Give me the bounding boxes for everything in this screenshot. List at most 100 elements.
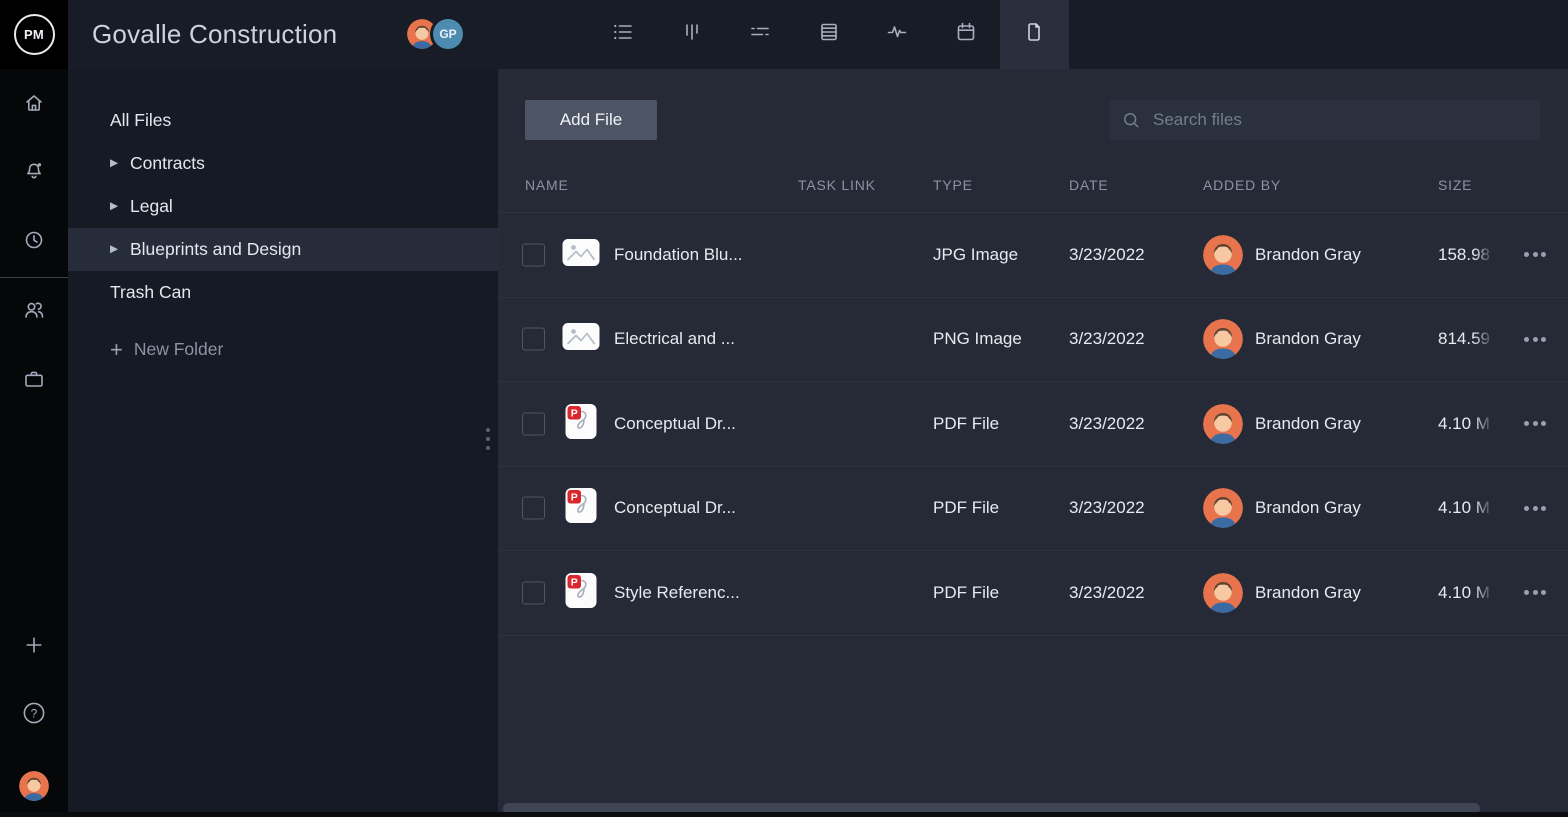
- search-icon: [1121, 110, 1141, 130]
- list-icon: [611, 20, 635, 49]
- calendar-icon: [954, 20, 978, 49]
- type-cell: PDF File: [933, 498, 999, 518]
- folder-item-contracts[interactable]: ▶ + Contracts: [68, 142, 498, 185]
- app-logo[interactable]: PM: [0, 0, 68, 69]
- caret-right-icon: ▶: [110, 244, 123, 255]
- list-view-tab[interactable]: [589, 0, 658, 69]
- svg-text:P: P: [571, 492, 578, 504]
- added-by-cell: Brandon Gray: [1255, 498, 1361, 518]
- calendar-view-tab[interactable]: [932, 0, 1001, 69]
- column-header-size: SIZE: [1438, 171, 1472, 199]
- files-main: Add File NAME TASK LINK TYPE DATE ADDED …: [498, 69, 1568, 817]
- team-badge[interactable]: GP: [433, 19, 463, 49]
- briefcase-icon: [22, 367, 46, 394]
- activity-icon: [885, 20, 909, 49]
- column-header-tasklink: TASK LINK: [798, 171, 876, 199]
- file-type-icon: P: [560, 572, 602, 613]
- folder-panel: ▶ + All Files ▶ + Contracts ▶ + Legal ▶ …: [68, 69, 498, 817]
- svg-text:?: ?: [31, 706, 38, 720]
- added-by-cell: Brandon Gray: [1255, 245, 1361, 265]
- folder-item-trash-can[interactable]: ▶ + Trash Can: [68, 271, 498, 314]
- file-type-icon: P: [560, 488, 602, 529]
- left-rail: ?: [0, 69, 68, 817]
- date-cell: 3/23/2022: [1069, 329, 1145, 349]
- row-checkbox[interactable]: [522, 412, 545, 435]
- file-name-cell[interactable]: Style Referenc...: [614, 583, 740, 603]
- folder-item-legal[interactable]: ▶ + Legal: [68, 185, 498, 228]
- type-cell: PNG Image: [933, 329, 1022, 349]
- rail-item-add-new[interactable]: [0, 628, 68, 664]
- row-menu-button[interactable]: [1514, 580, 1556, 606]
- user-avatar: [1203, 488, 1243, 528]
- table-row: P Conceptual Dr... PDF File 3/23/2022 Br…: [498, 381, 1568, 466]
- file-type-icon: P: [560, 403, 602, 444]
- pdf-file-icon: P: [565, 488, 597, 529]
- caret-right-icon: ▶: [110, 158, 123, 169]
- profile-avatar: [19, 771, 49, 801]
- folder-label: Blueprints and Design: [130, 239, 301, 260]
- gantt-view-tab[interactable]: [726, 0, 795, 69]
- caret-right-icon: ▶: [110, 201, 123, 212]
- search-input[interactable]: [1151, 109, 1528, 131]
- folder-label: New Folder: [134, 339, 223, 360]
- rail-item-profile[interactable]: [0, 768, 68, 804]
- project-title: Govalle Construction: [92, 0, 337, 69]
- gantt-icon: [748, 20, 772, 49]
- folder-item-new-folder[interactable]: ▶ + New Folder: [68, 328, 498, 371]
- folder-list: ▶ + All Files ▶ + Contracts ▶ + Legal ▶ …: [68, 99, 498, 371]
- image-file-icon: [562, 238, 600, 271]
- file-name-cell[interactable]: Conceptual Dr...: [614, 414, 736, 434]
- table-row: Electrical and ... PNG Image 3/23/2022 B…: [498, 297, 1568, 382]
- folder-label: Legal: [130, 196, 173, 217]
- file-name-cell[interactable]: Foundation Blu...: [614, 245, 743, 265]
- added-by-cell: Brandon Gray: [1255, 329, 1361, 349]
- sheet-view-tab[interactable]: [795, 0, 864, 69]
- board-icon: [680, 20, 704, 49]
- file-name-cell[interactable]: Electrical and ...: [614, 329, 735, 349]
- rail-item-recent[interactable]: [0, 223, 68, 259]
- user-avatar: [1203, 319, 1243, 359]
- row-menu-button[interactable]: [1514, 242, 1556, 268]
- rail-item-team[interactable]: [0, 293, 68, 329]
- folder-label: All Files: [110, 110, 171, 131]
- user-avatar: [1203, 404, 1243, 444]
- table-row: P Style Referenc... PDF File 3/23/2022 B…: [498, 550, 1568, 636]
- pm-logo-icon: PM: [14, 14, 55, 55]
- add-file-button[interactable]: Add File: [525, 100, 657, 140]
- pm-logo-text: PM: [24, 27, 44, 42]
- size-cell: 4.10 M: [1438, 498, 1496, 518]
- rail-item-home[interactable]: [0, 86, 68, 122]
- activity-view-tab[interactable]: [863, 0, 932, 69]
- clock-icon: [22, 228, 46, 255]
- row-menu-button[interactable]: [1514, 326, 1556, 352]
- row-checkbox[interactable]: [522, 243, 545, 266]
- rail-item-help[interactable]: ?: [0, 696, 68, 732]
- plus-icon: [22, 633, 46, 660]
- folder-item-all-files[interactable]: ▶ + All Files: [68, 99, 498, 142]
- rail-item-notifications[interactable]: [0, 154, 68, 190]
- column-header-date: DATE: [1069, 171, 1109, 199]
- row-checkbox[interactable]: [522, 497, 545, 520]
- size-cell: 4.10 M: [1438, 583, 1496, 603]
- people-icon: [22, 298, 46, 325]
- rail-divider: [0, 277, 68, 278]
- date-cell: 3/23/2022: [1069, 583, 1145, 603]
- folder-item-blueprints-and-design[interactable]: ▶ + Blueprints and Design: [68, 228, 498, 271]
- file-icon: [1022, 20, 1046, 49]
- window-bottom-edge: [0, 812, 1568, 817]
- panel-resize-handle[interactable]: [486, 428, 490, 450]
- row-menu-button[interactable]: [1514, 495, 1556, 521]
- row-checkbox[interactable]: [522, 328, 545, 351]
- user-avatar: [1203, 573, 1243, 613]
- row-menu-button[interactable]: [1514, 411, 1556, 437]
- app-window: PM Govalle Construction GP ? ▶ +: [0, 0, 1568, 817]
- table-row: Foundation Blu... JPG Image 3/23/2022 Br…: [498, 212, 1568, 297]
- board-view-tab[interactable]: [658, 0, 727, 69]
- bell-icon: [22, 159, 46, 186]
- row-checkbox[interactable]: [522, 581, 545, 604]
- files-view-tab[interactable]: [1000, 0, 1069, 69]
- question-icon: ?: [21, 700, 47, 729]
- rail-item-projects[interactable]: [0, 362, 68, 398]
- file-name-cell[interactable]: Conceptual Dr...: [614, 498, 736, 518]
- home-icon: [22, 91, 46, 118]
